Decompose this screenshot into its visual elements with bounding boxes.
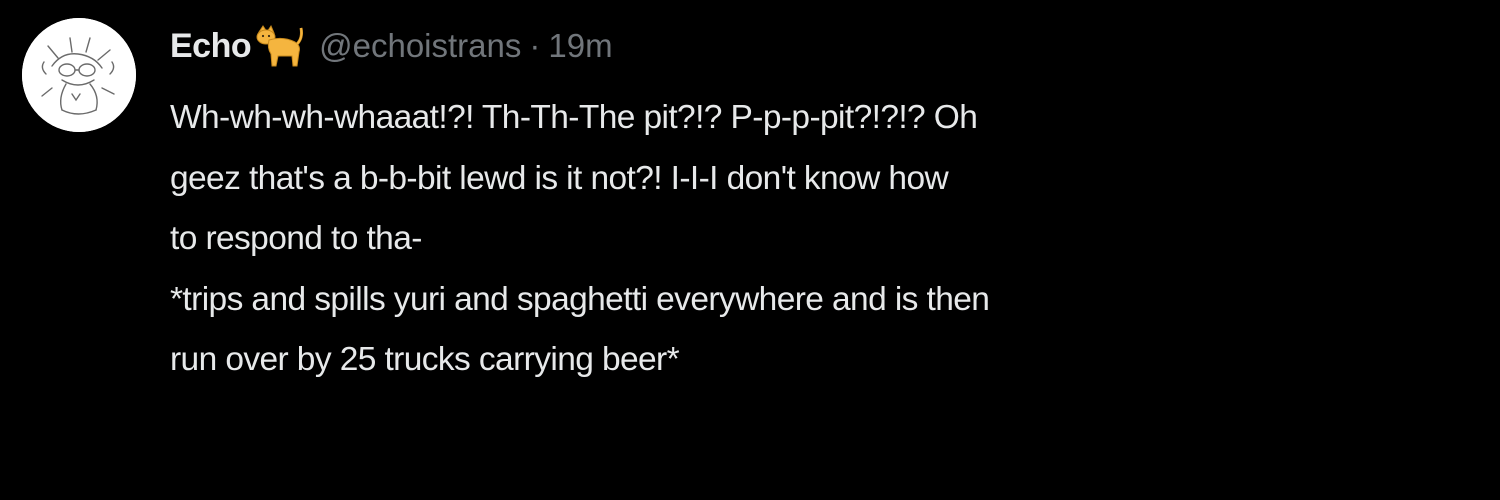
tweet-text: Wh-wh-wh-whaaat!?! Th-Th-The pit?!? P-p-… xyxy=(170,88,1410,391)
tweet-header: Echo @echoistrans · 19m xyxy=(170,22,613,70)
tweet-text-line: Wh-wh-wh-whaaat!?! Th-Th-The pit?!? P-p-… xyxy=(170,99,978,136)
avatar[interactable] xyxy=(22,18,136,132)
timestamp[interactable]: 19m xyxy=(548,27,612,65)
tweet-text-line: to respond to tha- xyxy=(170,220,422,257)
avatar-sketch-image xyxy=(22,18,136,132)
tweet-text-line: geez that's a b-b-bit lewd is it not?! I… xyxy=(170,159,949,197)
display-name[interactable]: Echo xyxy=(170,27,252,66)
user-handle[interactable]: @echoistrans xyxy=(319,27,521,65)
tweet-text-line: *trips and spills yuri and spaghetti eve… xyxy=(170,280,990,318)
tweet[interactable]: Echo @echoistrans · 19m Wh-wh-wh-whaaat!… xyxy=(0,0,1500,500)
tweet-text-line: run over by 25 trucks carrying beer* xyxy=(170,341,680,378)
header-separator: · xyxy=(529,27,541,64)
cat-icon xyxy=(253,22,305,70)
